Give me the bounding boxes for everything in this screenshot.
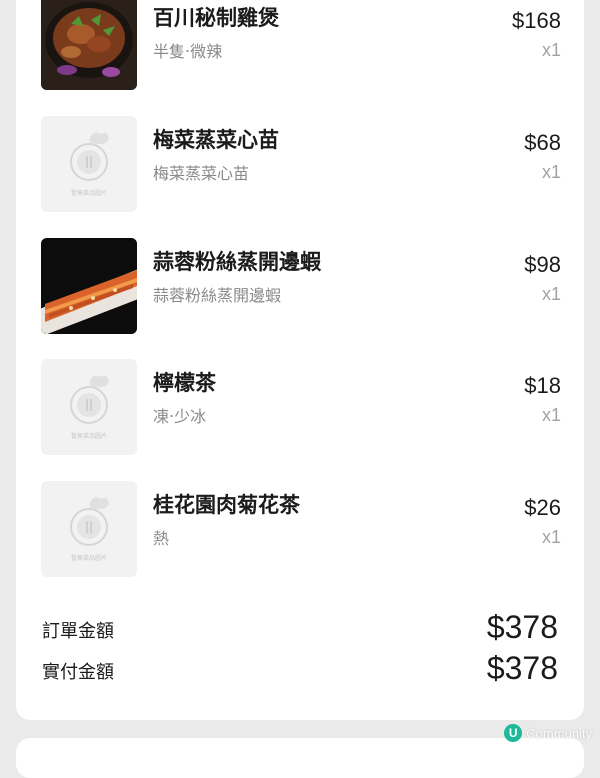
dish-placeholder-image: 暫無菜品圖片	[41, 359, 137, 455]
order-item[interactable]: 暫無菜品圖片 檸檬茶 凍‧少冰 $18 x1	[41, 359, 561, 455]
order-item[interactable]: 暫無菜品圖片 梅菜蒸菜心苗 梅菜蒸菜心苗 $68 x1	[41, 116, 561, 212]
dish-quantity: x1	[541, 162, 561, 182]
dish-placeholder-image: 暫無菜品圖片	[41, 481, 137, 577]
paid-amount-label: 實付金額	[42, 662, 114, 683]
dish-name: 桂花園肉菊花茶	[153, 493, 300, 517]
chef-hat-icon	[70, 375, 109, 424]
order-item[interactable]: 暫無菜品圖片 桂花園肉菊花茶 熱 $26 x1	[41, 481, 561, 577]
dish-option: 熱	[153, 529, 170, 548]
order-card: 百川秘制雞煲 半隻‧微辣 $168 x1 暫無菜品圖片 梅菜蒸菜心苗 梅菜蒸菜心…	[16, 0, 584, 720]
order-amount-row: 訂單金額 $378	[42, 609, 558, 649]
dish-placeholder-image: 暫無菜品圖片	[41, 116, 137, 212]
dish-quantity: x1	[541, 405, 561, 425]
order-amount-value: $378	[486, 609, 558, 645]
dish-name: 檸檬茶	[153, 371, 216, 395]
watermark-text: Community	[526, 725, 592, 741]
dish-option: 蒜蓉粉絲蒸開邊蝦	[153, 286, 282, 305]
paid-amount-value: $378	[486, 650, 558, 686]
watermark: U Community	[504, 724, 592, 742]
dish-option: 凍‧少冰	[153, 407, 207, 426]
order-amount-label: 訂單金額	[42, 621, 114, 642]
dish-price: $68	[524, 130, 561, 155]
dish-photo	[41, 0, 137, 90]
placeholder-text: 暫無菜品圖片	[70, 555, 107, 562]
placeholder-text: 暫無菜品圖片	[70, 433, 107, 440]
dish-option: 梅菜蒸菜心苗	[153, 164, 250, 183]
dish-price: $168	[512, 8, 561, 33]
order-item[interactable]: 蒜蓉粉絲蒸開邊蝦 蒜蓉粉絲蒸開邊蝦 $98 x1	[41, 238, 561, 334]
dish-quantity: x1	[541, 527, 561, 547]
community-logo-icon: U	[504, 724, 523, 742]
dish-name: 梅菜蒸菜心苗	[153, 128, 279, 152]
chef-hat-icon	[70, 497, 109, 546]
dish-price: $26	[524, 495, 561, 520]
dish-option: 半隻‧微辣	[153, 42, 223, 61]
dish-name: 蒜蓉粉絲蒸開邊蝦	[153, 250, 321, 274]
chef-hat-icon	[70, 132, 109, 181]
dish-price: $98	[524, 252, 561, 277]
paid-amount-row: 實付金額 $378	[42, 650, 558, 690]
next-card	[16, 738, 584, 778]
dish-quantity: x1	[541, 40, 561, 60]
dish-name: 百川秘制雞煲	[153, 6, 279, 30]
dish-quantity: x1	[541, 284, 561, 304]
order-item[interactable]: 百川秘制雞煲 半隻‧微辣 $168 x1	[41, 0, 561, 90]
dish-photo	[41, 238, 137, 334]
placeholder-text: 暫無菜品圖片	[70, 190, 107, 197]
dish-price: $18	[524, 373, 561, 398]
